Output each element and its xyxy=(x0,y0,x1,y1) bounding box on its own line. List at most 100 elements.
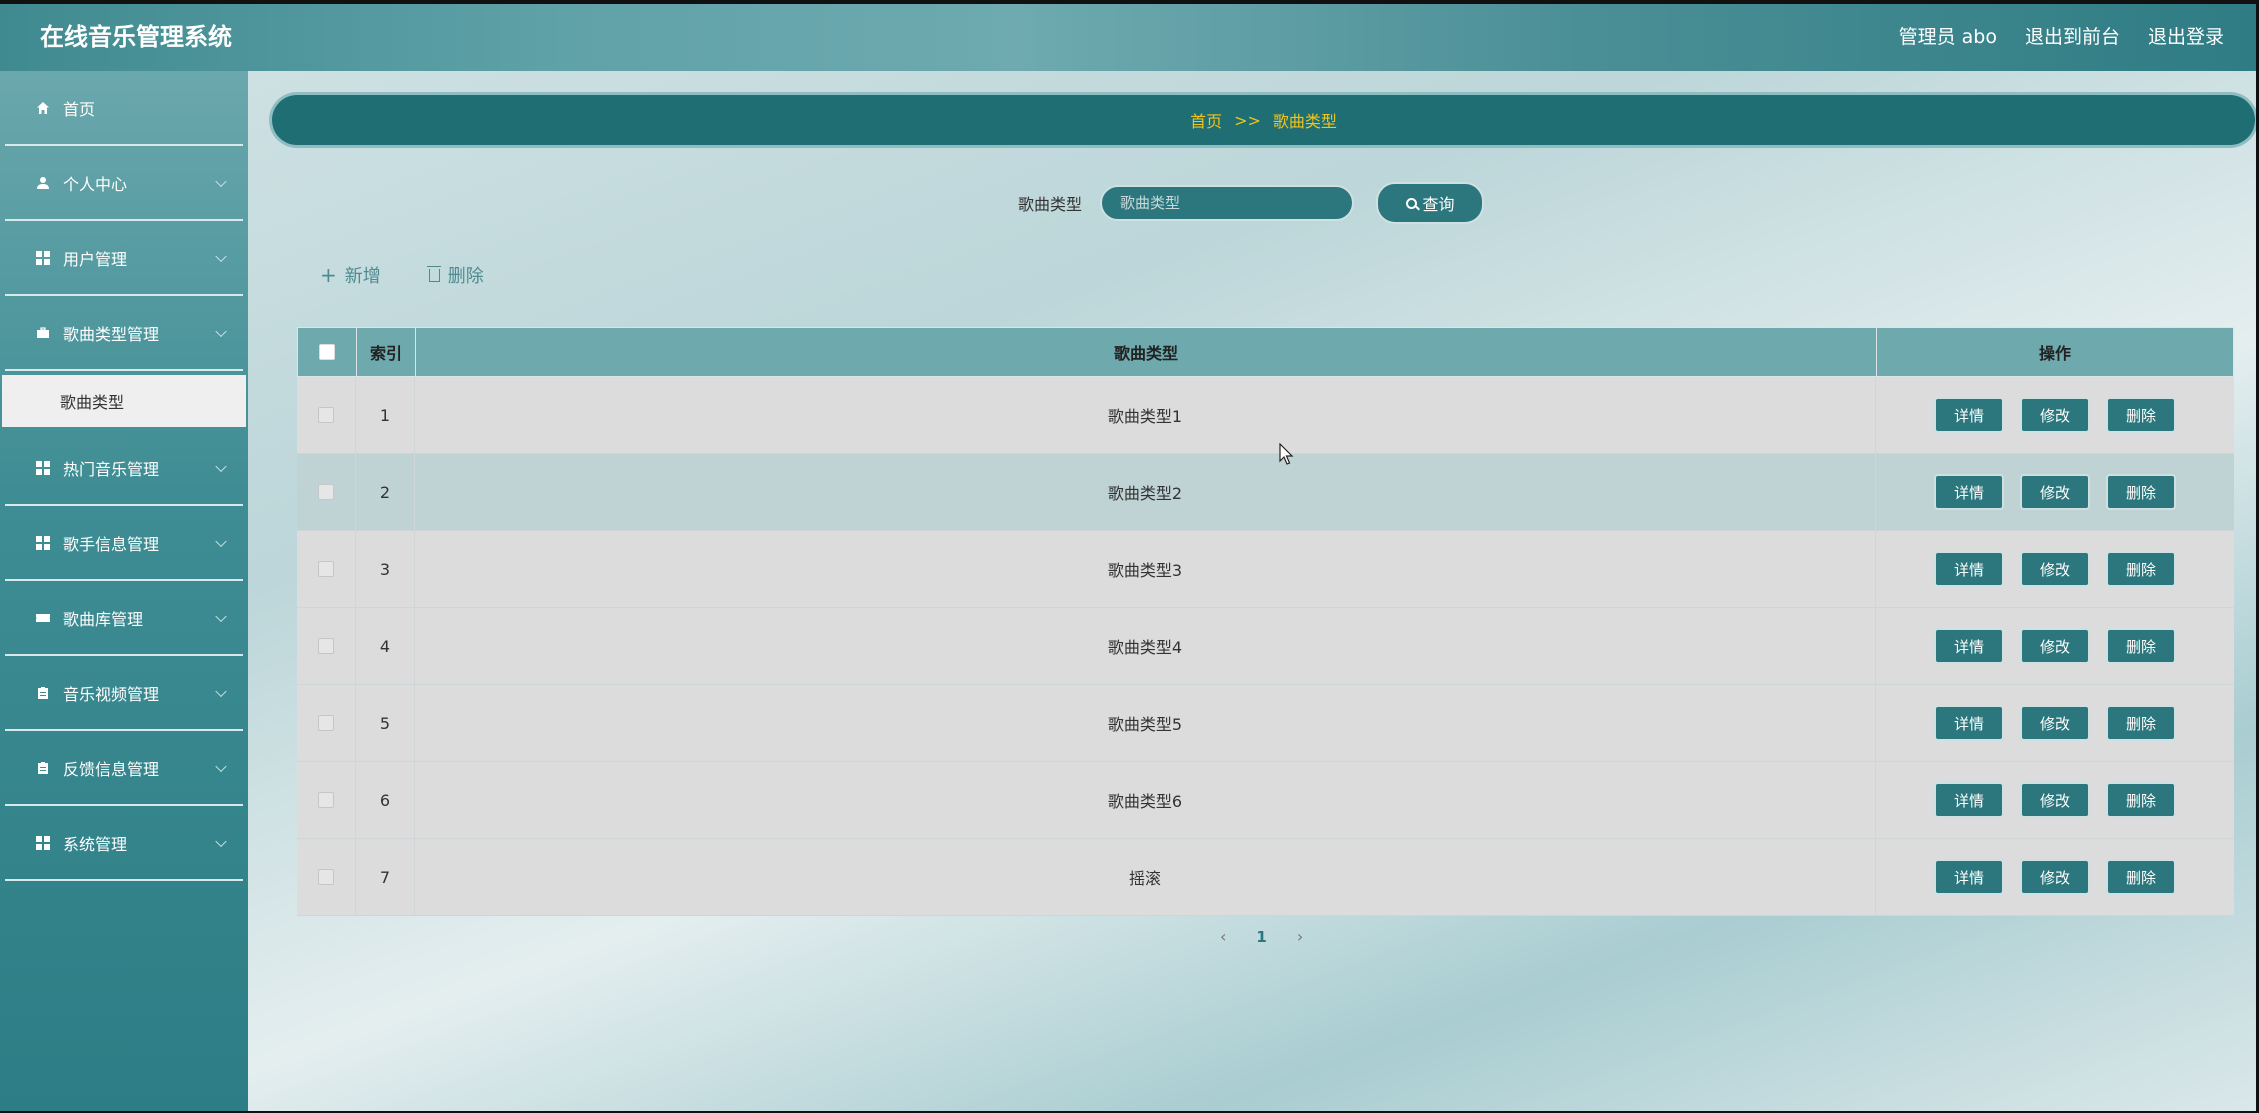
row-song-type: 歌曲类型6 xyxy=(415,762,1876,838)
sidebar-item-personal-center[interactable]: 个人中心 xyxy=(5,146,243,221)
row-song-type: 歌曲类型1 xyxy=(415,377,1876,453)
next-page-button[interactable]: › xyxy=(1297,927,1303,946)
sidebar-item-song-library-management[interactable]: 歌曲库管理 xyxy=(5,581,243,656)
row-index: 6 xyxy=(356,762,415,838)
row-checkbox[interactable] xyxy=(318,407,334,423)
header-operations: 操作 xyxy=(2038,344,2071,363)
sidebar-item-system-management[interactable]: 系统管理 xyxy=(5,806,243,881)
row-index: 1 xyxy=(356,377,415,453)
sidebar-item-music-video-management[interactable]: 音乐视频管理 xyxy=(5,656,243,731)
sidebar-item-home[interactable]: 首页 xyxy=(5,71,243,146)
search-icon xyxy=(1405,197,1417,209)
row-operations: 详情 修改 删除 xyxy=(1876,454,2234,530)
row-index: 3 xyxy=(356,531,415,607)
row-checkbox-cell xyxy=(297,377,356,453)
detail-button[interactable]: 详情 xyxy=(1934,397,2004,433)
row-checkbox-cell xyxy=(297,608,356,684)
trash-icon xyxy=(426,265,441,282)
detail-button[interactable]: 详情 xyxy=(1934,551,2004,587)
row-checkbox[interactable] xyxy=(318,561,334,577)
grid-icon xyxy=(35,250,51,266)
delete-button[interactable]: 删除 xyxy=(2106,397,2176,433)
row-song-type: 歌曲类型5 xyxy=(415,685,1876,761)
edit-button[interactable]: 修改 xyxy=(2020,859,2090,895)
row-operations: 详情 修改 删除 xyxy=(1876,531,2234,607)
batch-delete-label: 删除 xyxy=(447,266,484,287)
row-operations: 详情 修改 删除 xyxy=(1876,685,2234,761)
detail-button[interactable]: 详情 xyxy=(1934,782,2004,818)
batch-delete-button[interactable]: 删除 xyxy=(426,262,484,288)
sidebar-item-user-management[interactable]: 用户管理 xyxy=(5,221,243,296)
edit-button[interactable]: 修改 xyxy=(2020,782,2090,818)
row-checkbox-cell xyxy=(297,454,356,530)
header-actions: 管理员 abo 退出到前台 退出登录 xyxy=(1899,4,2224,71)
chevron-down-icon xyxy=(215,460,227,472)
select-all-checkbox[interactable] xyxy=(319,344,335,360)
edit-button[interactable]: 修改 xyxy=(2020,705,2090,741)
row-operations: 详情 修改 删除 xyxy=(1876,377,2234,453)
add-button[interactable]: + 新增 xyxy=(320,262,381,288)
sidebar-item-hot-music-management[interactable]: 热门音乐管理 xyxy=(5,431,243,506)
current-page[interactable]: 1 xyxy=(1256,928,1266,946)
row-index: 2 xyxy=(356,454,415,530)
detail-button[interactable]: 详情 xyxy=(1934,705,2004,741)
delete-button[interactable]: 删除 xyxy=(2106,782,2176,818)
edit-button[interactable]: 修改 xyxy=(2020,397,2090,433)
chevron-down-icon xyxy=(215,610,227,622)
mouse-cursor-icon xyxy=(1279,443,1294,465)
row-checkbox[interactable] xyxy=(318,638,334,654)
top-header: 在线音乐管理系统 管理员 abo 退出到前台 退出登录 xyxy=(0,4,2256,71)
grid-icon xyxy=(35,460,51,476)
sidebar-item-label: 歌曲库管理 xyxy=(63,609,144,629)
delete-button[interactable]: 删除 xyxy=(2106,551,2176,587)
edit-button[interactable]: 修改 xyxy=(2020,551,2090,587)
table-row: 1 歌曲类型1 详情 修改 删除 xyxy=(297,377,2234,454)
chevron-down-icon xyxy=(215,325,227,337)
sidebar-item-singer-info-management[interactable]: 歌手信息管理 xyxy=(5,506,243,581)
row-checkbox[interactable] xyxy=(318,484,334,500)
row-song-type: 歌曲类型3 xyxy=(415,531,1876,607)
table-header: 索引 歌曲类型 操作 xyxy=(297,327,2234,377)
row-song-type: 摇滚 xyxy=(415,839,1876,915)
ticket-icon xyxy=(35,610,51,626)
breadcrumb-current: 歌曲类型 xyxy=(1272,112,1337,131)
edit-button[interactable]: 修改 xyxy=(2020,628,2090,664)
row-operations: 详情 修改 删除 xyxy=(1876,762,2234,838)
breadcrumb-separator: >> xyxy=(1234,110,1261,130)
sidebar-item-song-type-management[interactable]: 歌曲类型管理 xyxy=(5,296,243,371)
prev-page-button[interactable]: ‹ xyxy=(1220,927,1226,946)
row-checkbox[interactable] xyxy=(318,715,334,731)
detail-button[interactable]: 详情 xyxy=(1934,474,2004,510)
table-row: 3 歌曲类型3 详情 修改 删除 xyxy=(297,531,2234,608)
logout-link[interactable]: 退出登录 xyxy=(2148,4,2224,71)
row-operations: 详情 修改 删除 xyxy=(1876,839,2234,915)
chevron-down-icon xyxy=(215,535,227,547)
detail-button[interactable]: 详情 xyxy=(1934,859,2004,895)
row-checkbox[interactable] xyxy=(318,792,334,808)
clipboard-icon xyxy=(35,685,51,701)
sidebar-subitem-song-type[interactable]: 歌曲类型 xyxy=(2,375,246,427)
delete-button[interactable]: 删除 xyxy=(2106,859,2176,895)
clipboard-icon xyxy=(35,760,51,776)
sidebar-item-label: 热门音乐管理 xyxy=(63,459,160,479)
chevron-down-icon xyxy=(215,685,227,697)
query-button-label: 查询 xyxy=(1422,195,1455,214)
row-song-type: 歌曲类型2 xyxy=(415,454,1876,530)
delete-button[interactable]: 删除 xyxy=(2106,628,2176,664)
detail-button[interactable]: 详情 xyxy=(1934,628,2004,664)
query-button[interactable]: 查询 xyxy=(1376,182,1485,224)
edit-button[interactable]: 修改 xyxy=(2020,474,2090,510)
delete-button[interactable]: 删除 xyxy=(2106,474,2176,510)
row-checkbox[interactable] xyxy=(318,869,334,885)
exit-to-frontend-link[interactable]: 退出到前台 xyxy=(2025,4,2120,71)
search-input[interactable] xyxy=(1100,185,1355,221)
row-checkbox-cell xyxy=(297,685,356,761)
delete-button[interactable]: 删除 xyxy=(2106,705,2176,741)
sidebar-item-feedback-management[interactable]: 反馈信息管理 xyxy=(5,731,243,806)
breadcrumb-home-link[interactable]: 首页 xyxy=(1190,108,1222,132)
grid-icon xyxy=(35,835,51,851)
breadcrumb: 首页 >> 歌曲类型 xyxy=(272,95,2255,145)
plus-icon: + xyxy=(320,263,337,287)
current-user-label: 管理员 abo xyxy=(1898,26,1997,48)
row-song-type: 歌曲类型4 xyxy=(415,608,1876,684)
